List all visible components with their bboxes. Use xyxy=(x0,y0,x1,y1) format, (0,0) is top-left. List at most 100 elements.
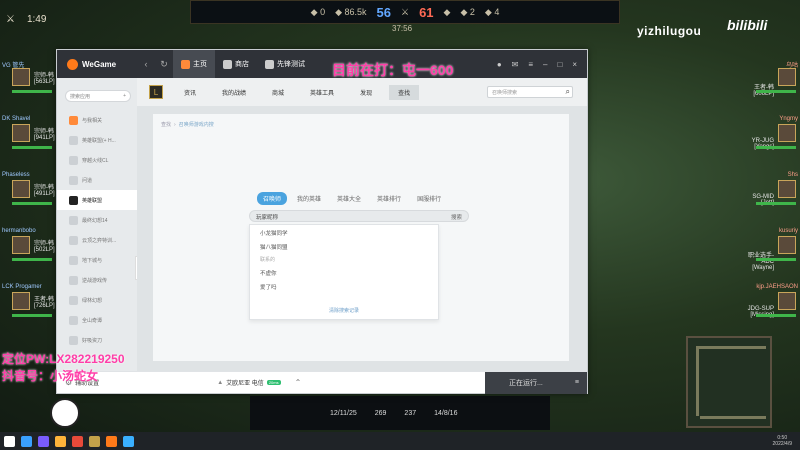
chevron-up-icon[interactable]: ⌃ xyxy=(295,378,302,387)
menu-icon[interactable]: ≡ xyxy=(575,379,579,386)
health-bar xyxy=(756,146,796,149)
search-icon[interactable]: ⌕ xyxy=(566,87,570,97)
search-button[interactable]: 搜索 xyxy=(451,213,462,221)
health-bar xyxy=(756,258,796,261)
running-button[interactable]: 正在运行... ≡ xyxy=(485,371,587,394)
player-card: 乌咕 王者-韩 [606LP] xyxy=(753,63,798,97)
tab-summoner[interactable]: 召唤师 xyxy=(257,192,288,205)
summoner-search-input[interactable]: 召唤师搜索 ⌕ xyxy=(487,86,573,98)
red-team-list: 乌咕王者-韩 [606LP] YngmyYR-JUG [Yongs] ShsSG… xyxy=(740,60,800,340)
avatar[interactable]: ● xyxy=(497,60,502,69)
gold-icon: ◆ 86.5k xyxy=(335,6,367,17)
friend-item[interactable]: 不虚你 xyxy=(250,265,438,279)
game-icon xyxy=(69,275,78,285)
search-icon[interactable] xyxy=(21,435,32,447)
mail-icon[interactable]: ✉ xyxy=(512,60,519,69)
tab-hero-ranking[interactable]: 英雄排行 xyxy=(371,192,407,205)
tab-hero-encyclopedia[interactable]: 英雄大全 xyxy=(331,192,367,205)
sidebar-item-lol[interactable]: 英雄联盟 xyxy=(57,190,137,210)
history-section-label: 联系的 xyxy=(260,257,276,263)
player-card: Phaseless 宗师-韩 [491LP] xyxy=(0,172,60,216)
app-icon[interactable] xyxy=(123,435,134,447)
friend-item[interactable]: 爱了吗 xyxy=(250,279,438,293)
champion-avatar xyxy=(12,68,30,86)
bilibili-logo: bilibili xyxy=(727,17,768,33)
refresh-icon[interactable]: ↻ xyxy=(155,59,173,70)
game-clock: ⚔ 1:49 xyxy=(6,14,47,25)
clear-history-link[interactable]: 清除搜索记录 xyxy=(250,307,438,314)
health-bar xyxy=(12,314,52,317)
champion-avatar xyxy=(12,236,30,254)
sidebar-item[interactable]: 好吸资刀 xyxy=(57,330,137,350)
tab-discover[interactable]: 发现 xyxy=(351,85,381,100)
system-clock[interactable]: 0:50 2022/4/9 xyxy=(773,435,800,447)
minimap[interactable] xyxy=(686,336,772,428)
sidebar-item[interactable]: 与我相关 xyxy=(57,110,137,130)
close-icon[interactable]: × xyxy=(572,60,577,69)
breadcrumb: 查找 › 召唤师游戏内搜 xyxy=(161,122,214,128)
maximize-icon[interactable]: □ xyxy=(557,60,562,69)
scoreboard: ◆ 0 ◆ 86.5k 56 ⚔ 61 ◆ ◆ 2 ◆ 4 xyxy=(190,0,620,24)
sidebar-item[interactable]: 全山奇谭 xyxy=(57,310,137,330)
dragons-icon: ◆ 4 xyxy=(484,6,500,17)
menu-icon[interactable]: ≡ xyxy=(528,60,533,69)
sidebar-item[interactable]: 逆战游戏传 xyxy=(57,270,137,290)
server-select[interactable]: ▲ 艾欧尼亚 电信 20ms xyxy=(217,378,281,387)
sidebar-item[interactable]: 穿越火线CL xyxy=(57,150,137,170)
wegame-window: WeGame ‹ ↻ 主页 商店 先锋测试 ● ✉ ≡ – □ × 搜索应用 + … xyxy=(56,49,588,394)
app-icon[interactable] xyxy=(38,435,49,447)
add-icon[interactable]: + xyxy=(123,93,126,99)
gold-icon-red: ◆ xyxy=(443,6,451,17)
player-search-input[interactable]: 玩家昵称 搜索 xyxy=(249,210,469,222)
tab-news[interactable]: 资讯 xyxy=(175,85,205,100)
sidebar-item[interactable]: 最终幻想14 xyxy=(57,210,137,230)
sidebar-item[interactable]: 云顶之弈特训... xyxy=(57,230,137,250)
health-bar xyxy=(12,202,52,205)
sidebar-item[interactable]: 问道 xyxy=(57,170,137,190)
tab-my-record[interactable]: 我的战绩 xyxy=(213,85,255,100)
lol-icon xyxy=(69,195,78,205)
sidebar-search-input[interactable]: 搜索应用 + xyxy=(65,90,131,102)
wegame-icon[interactable] xyxy=(106,435,117,447)
tab-home[interactable]: 主页 xyxy=(173,50,215,78)
game-icon xyxy=(69,335,78,345)
windows-start-icon[interactable] xyxy=(4,435,15,447)
search-panel: 查找 › 召唤师游戏内搜 召唤师 我的英雄 英雄大全 英雄排行 国服排行 玩家昵称 … xyxy=(153,114,569,361)
ping-badge: 20ms xyxy=(266,380,281,385)
tab-pioneer-test[interactable]: 先锋测试 xyxy=(257,50,313,78)
tab-server-ranking[interactable]: 国服排行 xyxy=(411,192,447,205)
champion-avatar xyxy=(778,124,796,142)
bottom-hud: 12/11/25 269 237 14/8/16 xyxy=(250,396,550,430)
folder-icon[interactable] xyxy=(55,435,66,447)
pioneer-icon xyxy=(265,59,274,69)
health-bar xyxy=(756,90,796,93)
tab-search[interactable]: 查找 xyxy=(389,84,420,100)
back-icon[interactable]: ‹ xyxy=(137,59,155,69)
player-card: YngmyYR-JUG [Yongs] xyxy=(740,116,800,160)
game-icon xyxy=(69,295,78,305)
champion-avatar xyxy=(12,124,30,142)
minimap-lane xyxy=(700,416,766,419)
champion-avatar xyxy=(778,68,796,86)
wegame-logo-icon xyxy=(67,58,78,70)
champion-avatar xyxy=(778,236,796,254)
tab-hero-tools[interactable]: 英雄工具 xyxy=(301,85,343,100)
app-icon[interactable] xyxy=(72,435,83,447)
history-item[interactable]: 猫八猫同盟 xyxy=(250,239,438,253)
game-icon xyxy=(69,155,78,165)
health-bar xyxy=(12,258,52,261)
player-card: VG 管先 宗师-韩 [563LP] xyxy=(0,60,60,104)
game-icon xyxy=(69,235,78,245)
tab-shop[interactable]: 商城 xyxy=(263,85,293,100)
champion-avatar xyxy=(12,180,30,198)
sidebar-item[interactable]: 绿林幻想 xyxy=(57,290,137,310)
sidebar-item[interactable]: 地下城与 xyxy=(57,250,137,270)
lol-icon[interactable] xyxy=(89,435,100,447)
sidebar-item[interactable]: 英雄联盟(+ H... xyxy=(57,130,137,150)
minimize-icon[interactable]: – xyxy=(543,60,547,69)
score-red: 61 xyxy=(419,4,434,20)
lol-logo-icon: L xyxy=(149,85,163,99)
history-item[interactable]: 小龙猫同学 xyxy=(250,225,438,239)
tab-store[interactable]: 商店 xyxy=(215,50,257,78)
tab-my-heroes[interactable]: 我的英雄 xyxy=(291,192,327,205)
